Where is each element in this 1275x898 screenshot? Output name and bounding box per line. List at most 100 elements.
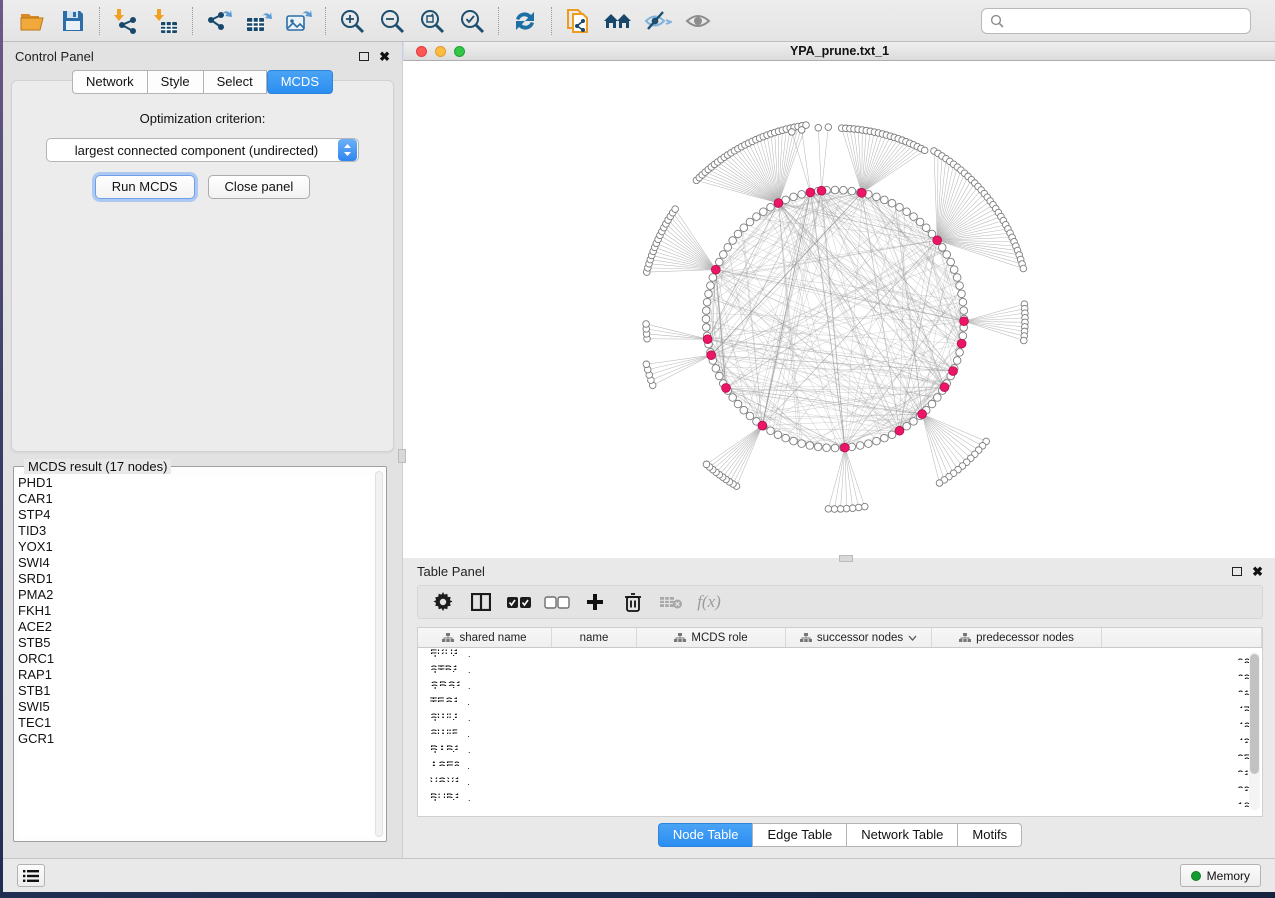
toolbar-separator — [325, 7, 326, 35]
toolbar-separator — [551, 7, 552, 35]
optimization-criterion-select[interactable]: largest connected component (undirected) — [46, 138, 359, 162]
list-item[interactable]: CAR1 — [18, 491, 373, 507]
search-icon — [990, 14, 1004, 28]
float-table-panel-icon[interactable] — [1232, 567, 1242, 576]
table-row[interactable]: FKH1FKH1dominator962 — [418, 648, 1262, 664]
table-row[interactable]: YOX1YOX1connector291 — [418, 776, 1262, 792]
network-graph[interactable] — [403, 61, 1274, 558]
table-row[interactable]: RAP1RAP1dominator352 — [418, 744, 1262, 760]
hierarchy-icon — [442, 633, 454, 643]
list-item[interactable]: YOX1 — [18, 539, 373, 555]
zoom-fit-icon[interactable] — [412, 4, 452, 38]
list-item[interactable]: ORC1 — [18, 651, 373, 667]
tab-node-table[interactable]: Node Table — [658, 823, 753, 847]
vertical-splitter[interactable] — [398, 449, 406, 463]
main-toolbar — [3, 0, 1275, 42]
run-mcds-button[interactable]: Run MCDS — [95, 175, 195, 199]
zoom-in-icon[interactable] — [332, 4, 372, 38]
table-panel: Table Panel ✖ — [403, 558, 1275, 858]
list-item[interactable]: FKH1 — [18, 603, 373, 619]
export-table-icon[interactable] — [239, 4, 279, 38]
import-network-icon[interactable] — [106, 4, 146, 38]
hierarchy-icon — [959, 633, 971, 643]
list-item[interactable]: RAP1 — [18, 667, 373, 683]
toolbar-separator — [192, 7, 193, 35]
network-view-canvas[interactable] — [403, 61, 1275, 558]
tab-select[interactable]: Select — [203, 70, 267, 94]
tab-motifs[interactable]: Motifs — [957, 823, 1022, 847]
save-session-icon[interactable] — [53, 4, 93, 38]
memory-button[interactable]: Memory — [1180, 864, 1261, 887]
list-item[interactable]: SWI4 — [18, 555, 373, 571]
control-panel: Control Panel ✖ Network Style Select MCD… — [3, 42, 403, 858]
list-item[interactable]: GCR1 — [18, 731, 373, 747]
delete-column-trash-icon[interactable] — [616, 588, 650, 616]
list-item[interactable]: PHD1 — [18, 475, 373, 491]
dropdown-stepper-icon — [338, 139, 357, 161]
control-panel-title: Control Panel — [15, 49, 94, 64]
column-header[interactable]: MCDS role — [637, 628, 786, 647]
search-input[interactable] — [1010, 14, 1242, 28]
hierarchy-icon — [674, 633, 686, 643]
export-image-icon[interactable] — [279, 4, 319, 38]
task-history-menu-icon[interactable] — [17, 864, 45, 887]
list-item[interactable]: TEC1 — [18, 715, 373, 731]
status-bar: Memory — [3, 858, 1275, 892]
table-row[interactable]: SWI5SWI5connector431 — [418, 728, 1262, 744]
horizontal-splitter[interactable] — [839, 555, 853, 562]
table-row[interactable]: SWI4SWI4dominator462 — [418, 712, 1262, 728]
tab-network-table[interactable]: Network Table — [846, 823, 957, 847]
zoom-selected-icon[interactable] — [452, 4, 492, 38]
table-row[interactable]: STB1STB1dominator620 — [418, 664, 1262, 680]
show-all-icon[interactable] — [678, 4, 718, 38]
list-item[interactable]: PMA2 — [18, 587, 373, 603]
search-container — [981, 8, 1251, 34]
result-list-scrollbar[interactable] — [375, 471, 383, 837]
clone-network-icon[interactable] — [558, 4, 598, 38]
table-row[interactable]: ORC1ORC1dominator610 — [418, 680, 1262, 696]
column-header[interactable]: name — [552, 628, 637, 647]
table-scrollbar[interactable] — [1249, 652, 1260, 810]
split-panel-icon[interactable] — [464, 588, 498, 616]
tab-network[interactable]: Network — [72, 70, 147, 94]
column-header[interactable]: shared name — [418, 628, 552, 647]
export-network-icon[interactable] — [199, 4, 239, 38]
deselect-all-rows-icon[interactable] — [540, 588, 574, 616]
table-row[interactable]: PHD1PHD1dominator180 — [418, 792, 1262, 808]
list-item[interactable]: TID3 — [18, 523, 373, 539]
list-item[interactable]: SRD1 — [18, 571, 373, 587]
refresh-icon[interactable] — [505, 4, 545, 38]
column-header[interactable]: predecessor nodes — [932, 628, 1102, 647]
home-pages-icon[interactable] — [598, 4, 638, 38]
table-row[interactable]: ACE2ACE2connector311 — [418, 760, 1262, 776]
table-settings-gear-icon[interactable] — [426, 588, 460, 616]
hide-selected-icon[interactable] — [638, 4, 678, 38]
mcds-result-list[interactable]: PHD1CAR1STP4TID3YOX1SWI4SRD1PMA2FKH1ACE2… — [18, 475, 373, 837]
close-panel-icon[interactable]: ✖ — [379, 52, 390, 62]
node-table: shared namenameMCDS rolesuccessor nodesp… — [417, 627, 1263, 817]
select-all-rows-icon[interactable] — [502, 588, 536, 616]
column-header[interactable]: successor nodes — [786, 628, 932, 647]
network-window-titlebar[interactable]: YPA_prune.txt_1 — [403, 42, 1275, 61]
search-field[interactable] — [981, 8, 1251, 34]
add-column-icon[interactable] — [578, 588, 612, 616]
import-table-icon[interactable] — [146, 4, 186, 38]
list-item[interactable]: STB5 — [18, 635, 373, 651]
mcds-panel-body: Optimization criterion: largest connecte… — [11, 80, 394, 452]
list-item[interactable]: SWI5 — [18, 699, 373, 715]
tab-edge-table[interactable]: Edge Table — [752, 823, 846, 847]
table-header-row: shared namenameMCDS rolesuccessor nodesp… — [418, 628, 1262, 648]
tab-mcds[interactable]: MCDS — [267, 70, 333, 94]
list-item[interactable]: STB1 — [18, 683, 373, 699]
list-item[interactable]: STP4 — [18, 507, 373, 523]
open-file-icon[interactable] — [13, 4, 53, 38]
close-table-panel-icon[interactable]: ✖ — [1252, 567, 1263, 577]
list-item[interactable]: ACE2 — [18, 619, 373, 635]
tab-style[interactable]: Style — [147, 70, 203, 94]
table-body: FKH1FKH1dominator962STB1STB1dominator620… — [418, 648, 1262, 808]
zoom-out-icon[interactable] — [372, 4, 412, 38]
close-panel-button[interactable]: Close panel — [208, 175, 311, 199]
float-panel-icon[interactable] — [359, 52, 369, 61]
table-row[interactable]: TEC1TEC1connector472 — [418, 696, 1262, 712]
optimization-criterion-label: Optimization criterion: — [12, 111, 393, 126]
